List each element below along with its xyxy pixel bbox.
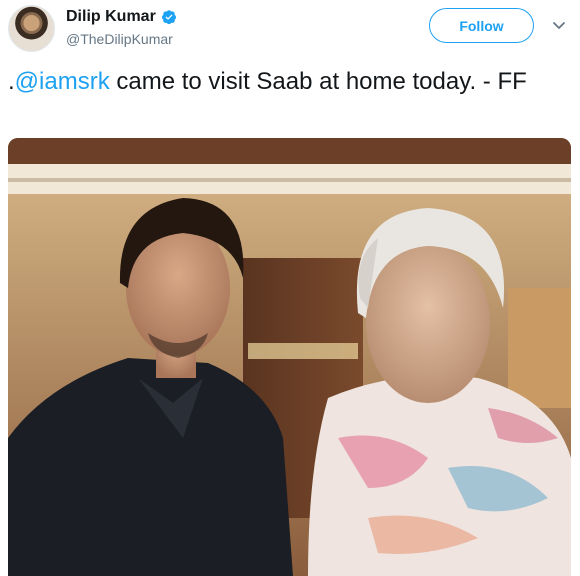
author-handle[interactable]: @TheDilipKumar [66, 31, 173, 47]
author-avatar[interactable] [8, 5, 55, 52]
tweet-text: .@iamsrk came to visit Saab at home toda… [8, 66, 568, 97]
tweet-text-prefix: . [8, 68, 15, 95]
chevron-down-icon[interactable] [551, 17, 567, 33]
tweet-photo[interactable] [8, 138, 571, 576]
photo-illustration [8, 138, 571, 576]
follow-button[interactable]: Follow [429, 8, 534, 43]
verified-badge-icon [161, 10, 176, 25]
tweet-card: Dilip Kumar @TheDilipKumar Follow .@iams… [0, 0, 580, 576]
author-name-row: Dilip Kumar [66, 8, 177, 26]
author-display-name[interactable]: Dilip Kumar [66, 8, 156, 26]
tweet-text-body: came to visit Saab at home today. - FF [109, 68, 527, 95]
mention-link[interactable]: @iamsrk [15, 68, 110, 95]
